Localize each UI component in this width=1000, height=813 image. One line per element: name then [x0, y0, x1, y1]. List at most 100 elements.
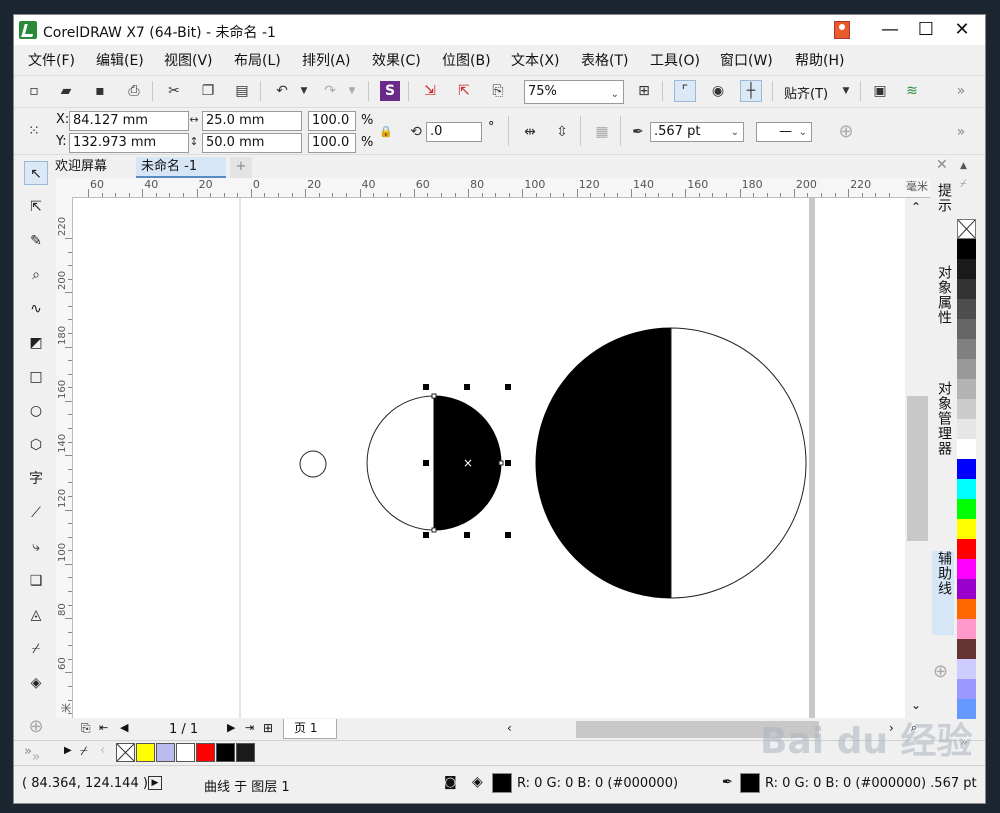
x-position-input[interactable]: 84.127 mm — [69, 111, 189, 131]
doc-palette-color-swatch[interactable] — [136, 743, 155, 762]
redo-dropdown-icon[interactable]: ▼ — [342, 81, 362, 101]
mirror-horizontal-icon[interactable]: ⇹ — [520, 122, 540, 142]
polygon-tool-icon[interactable]: ⬡ — [24, 433, 48, 457]
undo-icon[interactable]: ↶ — [272, 81, 292, 101]
lock-ratio-icon[interactable]: 🔒 — [376, 122, 396, 142]
line-style-select[interactable]: — ⌄ — [756, 122, 812, 142]
palette-eyedropper-icon[interactable]: ⌿ — [960, 177, 967, 191]
next-page-icon[interactable]: ▶ — [227, 721, 235, 734]
snap-to-button[interactable]: 贴齐(T) — [784, 83, 828, 102]
publish-pdf-icon[interactable]: ⎘ — [488, 81, 508, 101]
menu-table[interactable]: 表格(T) — [581, 50, 628, 70]
crop-tool-icon[interactable]: ✎ — [24, 229, 48, 253]
palette-color-swatch[interactable] — [957, 379, 976, 399]
menu-layout[interactable]: 布局(L) — [234, 50, 281, 70]
scroll-up-icon[interactable]: ⌃ — [911, 200, 921, 214]
menu-bitmaps[interactable]: 位图(B) — [442, 50, 491, 70]
doc-palette-left-icon[interactable]: ‹ — [100, 743, 105, 758]
fill-color-swatch[interactable] — [492, 773, 512, 793]
large-circle-right-half[interactable] — [670, 327, 807, 599]
application-launcher-icon[interactable]: ≋ — [902, 81, 922, 101]
paste-icon[interactable]: ▤ — [232, 81, 252, 101]
new-document-icon[interactable]: ▫ — [24, 81, 44, 101]
palette-color-swatch[interactable] — [957, 619, 976, 639]
object-height-input[interactable]: 50.0 mm — [202, 133, 302, 153]
mirror-vertical-icon[interactable]: ⇳ — [552, 122, 572, 142]
rectangle-tool-icon[interactable]: □ — [24, 365, 48, 389]
dock-tab-hints[interactable]: 提示 — [932, 183, 954, 249]
docker-close-icon[interactable]: ✕ — [936, 157, 948, 173]
scroll-down-icon[interactable]: ⌄ — [911, 698, 921, 712]
menu-tools[interactable]: 工具(O) — [650, 50, 700, 70]
palette-color-swatch[interactable] — [957, 359, 976, 379]
vertical-scrollbar[interactable]: ⌃ ⌄ — [905, 198, 930, 718]
doc-palette-color-swatch[interactable] — [216, 743, 235, 762]
doc-palette-overflow-icon[interactable]: » — [24, 744, 32, 759]
horizontal-ruler[interactable]: 60 40 20 0 20 40 60 80 100 120 140 160 180 200 220 毫米 — [72, 178, 930, 198]
show-rulers-icon[interactable]: ⌜ — [674, 80, 696, 102]
palette-color-swatch[interactable] — [957, 659, 976, 679]
transparency-tool-icon[interactable]: ◬ — [24, 603, 48, 627]
convert-to-curves-icon[interactable]: ▦ — [592, 122, 612, 142]
doc-palette-color-swatch[interactable] — [236, 743, 255, 762]
first-page-icon[interactable]: ⇤ — [99, 721, 108, 734]
copy-icon[interactable]: ❐ — [198, 81, 218, 101]
scale-y-input[interactable]: 100.0 — [308, 133, 356, 153]
outline-width-select[interactable]: .567 pt ⌄ — [650, 122, 744, 142]
palette-color-swatch[interactable] — [957, 399, 976, 419]
add-tool-icon[interactable]: ⊕ — [24, 715, 48, 739]
no-color-swatch[interactable] — [957, 219, 976, 239]
palette-color-swatch[interactable] — [957, 479, 976, 499]
doc-palette-menu-icon[interactable]: ▶ — [64, 745, 72, 756]
palette-color-swatch[interactable] — [957, 599, 976, 619]
scale-x-input[interactable]: 100.0 — [308, 111, 356, 131]
add-tab-button[interactable]: + — [230, 157, 252, 178]
maximize-button[interactable]: ☐ — [906, 17, 946, 43]
drop-shadow-tool-icon[interactable]: ❑ — [24, 569, 48, 593]
show-view-icon[interactable]: ◉ — [708, 81, 728, 101]
doc-palette-eyedropper-icon[interactable]: ⌿ — [80, 744, 88, 759]
tab-welcome-screen[interactable]: 欢迎屏幕 — [50, 157, 112, 178]
color-proof-icon[interactable]: ◙ — [444, 775, 457, 790]
previous-page-icon[interactable]: ◀ — [120, 721, 128, 734]
palette-color-swatch[interactable] — [957, 439, 976, 459]
open-folder-icon[interactable]: ▰ — [56, 81, 76, 101]
y-position-input[interactable]: 132.973 mm — [69, 133, 189, 153]
object-origin-icon[interactable]: ⁙ — [24, 121, 44, 141]
docker-add-icon[interactable]: ⊕ — [933, 661, 948, 682]
doc-palette-color-swatch[interactable] — [196, 743, 215, 762]
palette-color-swatch[interactable] — [957, 339, 976, 359]
menu-effects[interactable]: 效果(C) — [372, 50, 421, 70]
export-icon[interactable]: ⇱ — [454, 81, 474, 101]
save-icon[interactable]: ▪ — [90, 81, 110, 101]
menu-edit[interactable]: 编辑(E) — [96, 50, 144, 70]
property-overflow-icon[interactable]: » — [951, 122, 971, 142]
palette-scroll-up-icon[interactable]: ▲ — [960, 161, 967, 171]
outline-color-swatch[interactable] — [740, 773, 760, 793]
page-settings-icon[interactable]: ⎘ — [81, 721, 91, 736]
dock-tab-object-manager[interactable]: 对象管理器 — [932, 381, 954, 491]
freehand-tool-icon[interactable]: ∿ — [24, 297, 48, 321]
snap-dropdown-icon[interactable]: ▼ — [836, 81, 856, 101]
toolbar-overflow-icon[interactable]: » — [951, 81, 971, 101]
menu-window[interactable]: 窗口(W) — [720, 50, 773, 70]
connector-tool-icon[interactable]: ⤷ — [24, 535, 48, 559]
palette-color-swatch[interactable] — [957, 419, 976, 439]
large-circle-left-half[interactable] — [535, 327, 672, 599]
palette-color-swatch[interactable] — [957, 519, 976, 539]
options-icon[interactable]: ▣ — [870, 81, 890, 101]
drawing-canvas[interactable]: × — [73, 198, 919, 718]
show-guidelines-icon[interactable]: ┼ — [740, 80, 762, 102]
palette-color-swatch[interactable] — [957, 299, 976, 319]
print-icon[interactable]: ⎙ — [124, 81, 144, 101]
dock-tab-guidelines[interactable]: 辅助线 — [932, 551, 954, 635]
last-page-icon[interactable]: ⇥ — [245, 721, 254, 734]
search-content-icon[interactable]: S — [380, 81, 400, 101]
page-tab-1[interactable]: 页 1 — [283, 719, 337, 739]
palette-color-swatch[interactable] — [957, 319, 976, 339]
doc-palette-color-swatch[interactable] — [176, 743, 195, 762]
palette-color-swatch[interactable] — [957, 639, 976, 659]
add-plus-icon[interactable]: ⊕ — [836, 122, 856, 142]
zoom-level-select[interactable]: 75% ⌄ — [524, 80, 624, 104]
interactive-fill-icon[interactable]: ◈ — [24, 671, 48, 695]
